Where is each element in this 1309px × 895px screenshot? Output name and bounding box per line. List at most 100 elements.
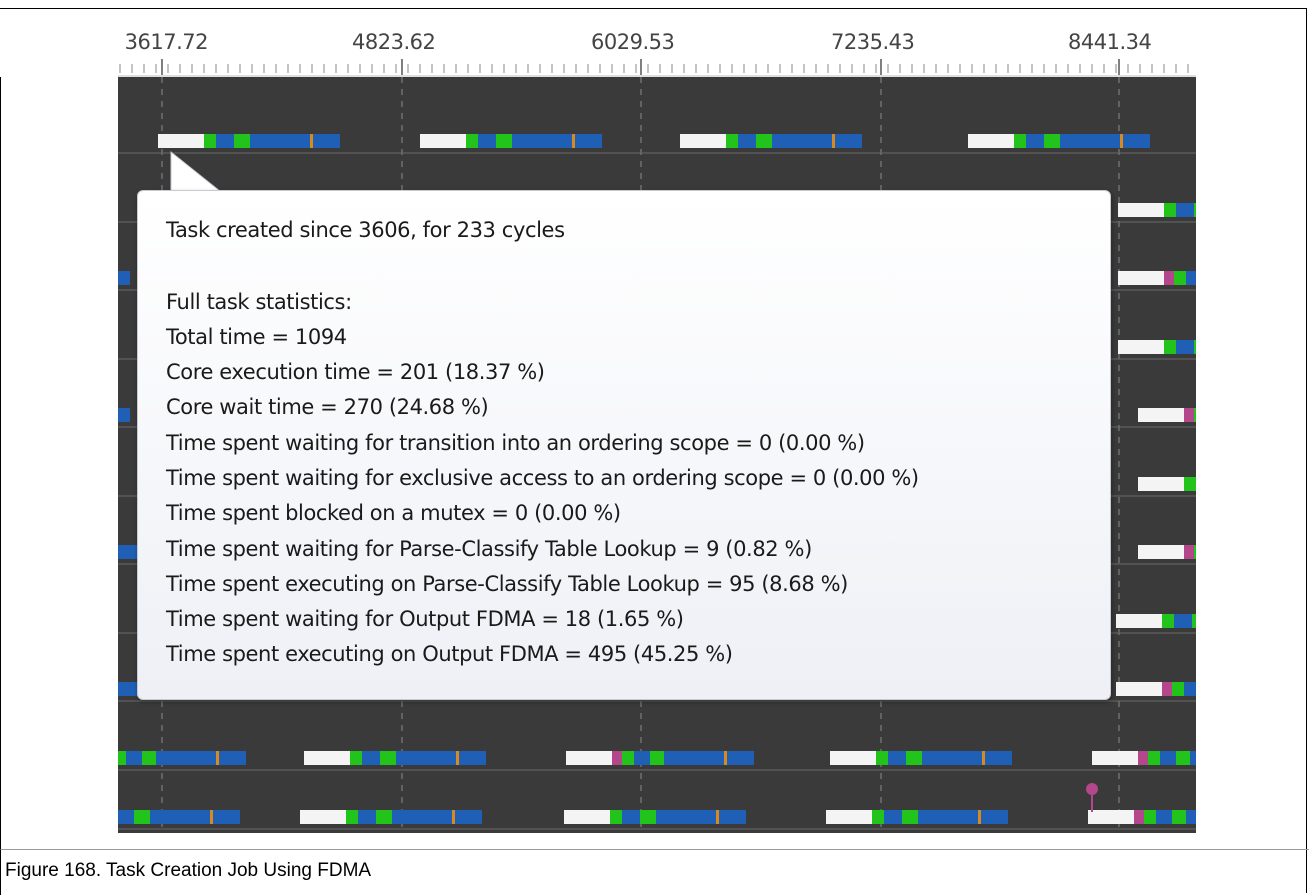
task-segment: [118, 751, 126, 765]
tooltip-stat: Core wait time = 270 (24.68 %): [166, 395, 489, 419]
time-ruler[interactable]: 3617.72 4823.62 6029.53 7235.43 8441.34: [0, 9, 1196, 77]
task-segment: [396, 751, 486, 765]
task-segment: [496, 134, 512, 148]
task-segment: [142, 751, 156, 765]
task-segment: [1164, 340, 1176, 354]
task-segment: [1194, 203, 1196, 217]
task-segment: [420, 134, 466, 148]
task-segment: [726, 134, 738, 148]
task-segment: [234, 134, 250, 148]
task-segment: [650, 751, 664, 765]
task-segment: [1088, 810, 1134, 824]
tooltip-stat: Time spent waiting for exclusive access …: [166, 466, 919, 490]
task-marker: [210, 810, 213, 824]
task-segment: [772, 134, 862, 148]
task-segment: [1194, 545, 1196, 559]
task-segment: [1186, 271, 1196, 285]
task-segment: [888, 751, 906, 765]
task-marker: [724, 751, 727, 765]
task-segment: [564, 810, 610, 824]
task-segment: [1172, 810, 1186, 824]
task-segment: [1162, 682, 1172, 696]
task-segment: [478, 134, 496, 148]
task-segment: [906, 751, 922, 765]
task-segment: [738, 134, 756, 148]
task-segment: [612, 751, 622, 765]
task-marker: [216, 751, 219, 765]
task-segment: [1138, 408, 1184, 422]
task-segment: [1184, 408, 1194, 422]
task-segment: [376, 810, 392, 824]
task-segment: [118, 408, 130, 422]
task-segment: [1118, 340, 1164, 354]
tooltip-stat: Core execution time = 201 (18.37 %): [166, 360, 545, 384]
ruler-label-1: 4823.62: [352, 30, 436, 54]
task-segment: [1134, 810, 1144, 824]
task-marker: [832, 134, 835, 148]
task-marker: [456, 751, 459, 765]
task-segment: [1176, 203, 1194, 217]
task-segment: [756, 134, 772, 148]
tooltip-pointer: [170, 150, 223, 194]
figure-caption: Figure 168. Task Creation Job Using FDMA: [0, 849, 1309, 895]
task-segment: [1176, 751, 1190, 765]
task-segment: [1116, 682, 1162, 696]
task-marker: [1120, 134, 1123, 148]
task-segment: [1116, 614, 1162, 628]
task-segment: [134, 810, 150, 824]
task-segment: [1148, 751, 1160, 765]
tooltip-stat: Time spent waiting for transition into a…: [166, 431, 865, 455]
task-segment: [158, 134, 204, 148]
task-segment: [826, 810, 872, 824]
task-segment: [1164, 203, 1176, 217]
task-marker: [978, 810, 981, 824]
task-segment: [392, 810, 482, 824]
task-segment: [466, 134, 478, 148]
task-segment: [656, 810, 746, 824]
task-segment: [1164, 271, 1174, 285]
tooltip-stat: Time spent waiting for Output FDMA = 18 …: [166, 607, 684, 631]
task-segment: [1192, 614, 1196, 628]
task-segment: [156, 751, 246, 765]
task-segment: [634, 751, 650, 765]
task-segment: [204, 134, 216, 148]
task-segment: [876, 751, 888, 765]
task-segment: [380, 751, 396, 765]
task-segment: [358, 810, 376, 824]
task-segment: [622, 751, 634, 765]
tooltip-stat: Time spent executing on Output FDMA = 49…: [166, 642, 733, 666]
task-segment: [216, 134, 234, 148]
task-segment: [1160, 751, 1176, 765]
task-segment: [1044, 134, 1060, 148]
task-segment: [350, 751, 362, 765]
tooltip-stat: Time spent blocked on a mutex = 0 (0.00 …: [166, 501, 621, 525]
task-segment: [250, 134, 340, 148]
task-segment: [664, 751, 754, 765]
task-segment: [1174, 614, 1192, 628]
task-segment: [126, 751, 142, 765]
task-segment: [1186, 810, 1196, 824]
task-marker: [982, 751, 985, 765]
task-segment: [1118, 203, 1164, 217]
task-segment: [1118, 271, 1164, 285]
task-segment: [918, 810, 1008, 824]
task-stats-tooltip: Task created since 3606, for 233 cycles …: [137, 190, 1111, 700]
tooltip-stat: Total time = 1094: [166, 325, 347, 349]
task-marker: [452, 810, 455, 824]
task-segment: [118, 271, 130, 285]
task-segment: [1190, 751, 1196, 765]
ruler-label-3: 7235.43: [831, 30, 915, 54]
task-segment: [1092, 751, 1138, 765]
task-segment: [1184, 477, 1196, 491]
task-segment: [1176, 340, 1194, 354]
task-segment: [1026, 134, 1044, 148]
tooltip-stat: Time spent executing on Parse-Classify T…: [166, 572, 848, 596]
task-segment: [610, 810, 622, 824]
tooltip-stat: Time spent waiting for Parse-Classify Ta…: [166, 537, 812, 561]
task-segment: [680, 134, 726, 148]
task-segment: [622, 810, 640, 824]
task-segment: [872, 810, 884, 824]
task-segment: [304, 751, 350, 765]
task-segment: [640, 810, 656, 824]
task-segment: [346, 810, 358, 824]
